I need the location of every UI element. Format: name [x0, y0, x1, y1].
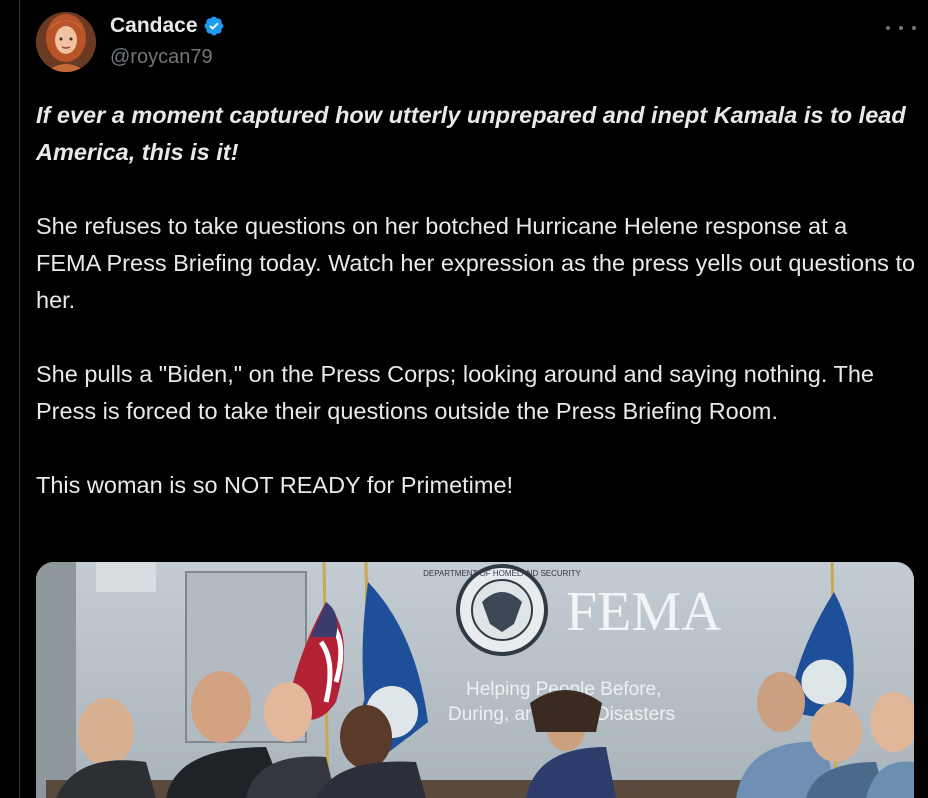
timeline-border	[19, 0, 20, 798]
tweet-paragraph: This woman is so NOT READY for Primetime…	[36, 472, 514, 498]
fema-logo: FEMA	[566, 581, 722, 643]
author-handle[interactable]: @roycan79	[110, 46, 213, 69]
tweet-video[interactable]: DEPARTMENT OF HOMELAND SECURITY FEMA Hel…	[36, 562, 914, 798]
avatar-image	[36, 12, 96, 72]
more-dots-icon[interactable]	[886, 16, 916, 40]
author-name-row: Candace	[110, 14, 225, 38]
author-display-name[interactable]: Candace	[110, 14, 198, 38]
seal-text: DEPARTMENT OF HOMELAND SECURITY	[423, 569, 581, 578]
video-thumbnail: DEPARTMENT OF HOMELAND SECURITY FEMA Hel…	[36, 562, 914, 798]
tweet-paragraph: She refuses to take questions on her bot…	[36, 213, 916, 313]
tweet-paragraph: She pulls a "Biden," on the Press Corps;…	[36, 361, 874, 424]
tweet-lead: If ever a moment captured how utterly un…	[36, 102, 906, 165]
avatar[interactable]	[36, 12, 96, 72]
verified-badge-icon	[204, 16, 223, 36]
tweet-text: If ever a moment captured how utterly un…	[36, 97, 916, 504]
tweet-header: Candace @roycan79	[36, 12, 916, 76]
